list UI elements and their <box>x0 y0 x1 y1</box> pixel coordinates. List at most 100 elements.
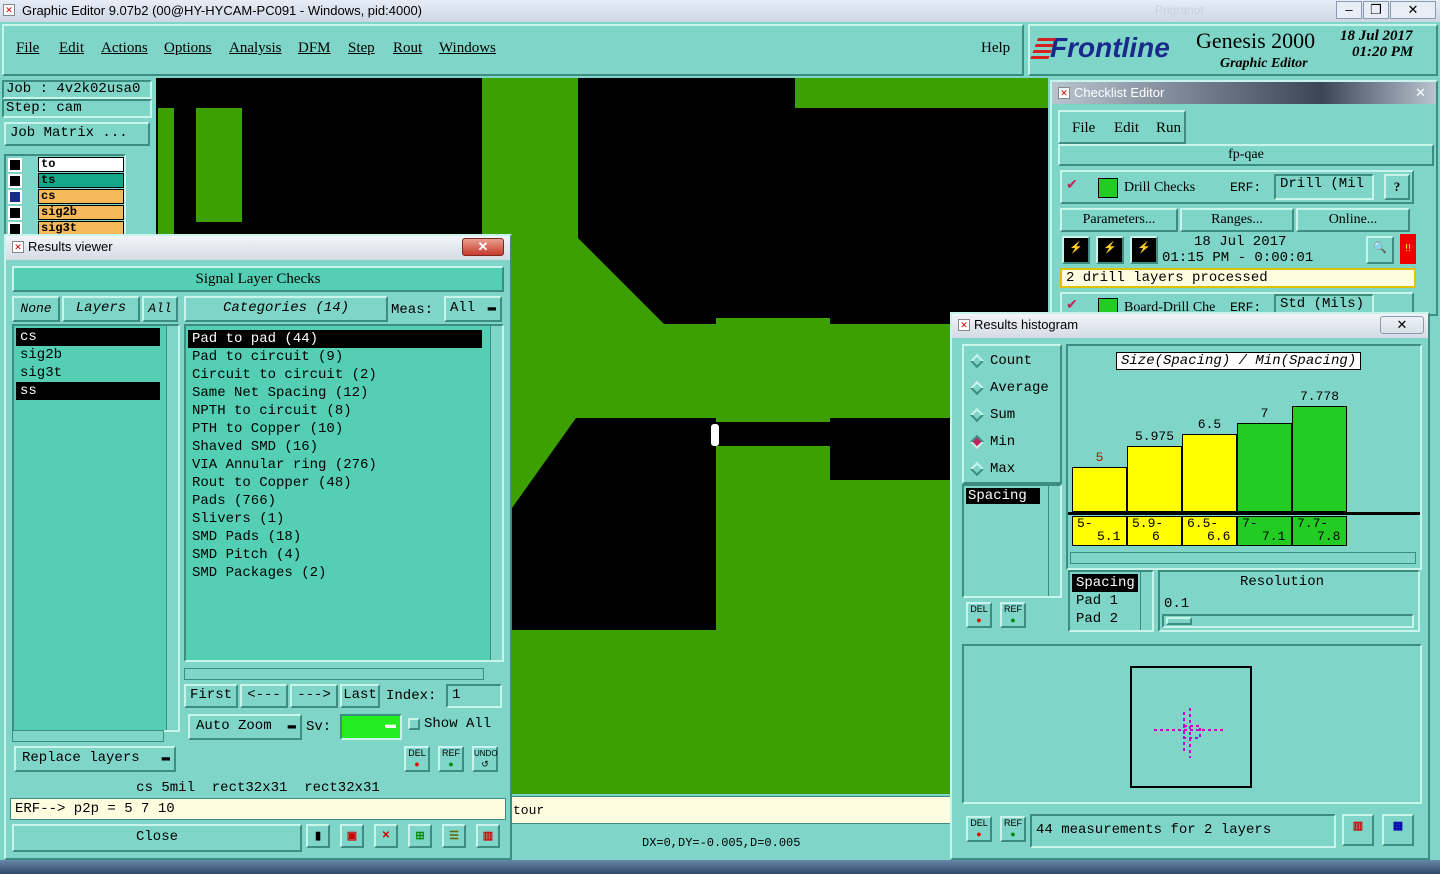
category-item[interactable]: Rout to Copper (48) <box>188 474 482 492</box>
menu-step[interactable]: Step <box>348 40 375 57</box>
meas-item-spacing[interactable]: Spacing <box>966 488 1040 504</box>
category-item[interactable]: Shaved SMD (16) <box>188 438 482 456</box>
layers-button[interactable]: Layers <box>62 296 140 322</box>
layer-checkbox[interactable] <box>8 206 22 220</box>
mode-option-sum[interactable]: Sum <box>964 406 1060 426</box>
resolution-slider-handle[interactable] <box>1166 617 1192 625</box>
detail-item[interactable]: Pad 1 <box>1072 592 1138 610</box>
histogram-bar[interactable] <box>1127 446 1182 512</box>
categories-list[interactable]: Pad to pad (44) Pad to circuit (9) Circuit… <box>184 324 504 662</box>
histogram-bar[interactable] <box>1237 423 1292 512</box>
toolbar-icon-1[interactable]: ▮ <box>306 824 330 848</box>
layer-list-item[interactable]: sig2b <box>16 346 160 364</box>
help-button[interactable]: ? <box>1384 174 1410 200</box>
menu-file[interactable]: File <box>16 40 39 57</box>
category-item[interactable]: SMD Pitch (4) <box>188 546 482 564</box>
meas-select[interactable]: All ▬ <box>444 296 502 322</box>
layer-row-to[interactable]: to <box>8 157 124 173</box>
category-item[interactable]: SMD Pads (18) <box>188 528 482 546</box>
layer-row-cs[interactable]: cs <box>8 189 124 205</box>
mode-option-count[interactable]: Count <box>964 352 1060 372</box>
zoom-icon[interactable]: 🔍 <box>1366 236 1394 264</box>
toolbar-icon-2[interactable]: ▣ <box>340 824 364 848</box>
mode-option-min[interactable]: Min <box>964 433 1060 453</box>
category-item[interactable]: Pad to pad (44) <box>188 330 482 348</box>
index-field[interactable]: 1 <box>446 684 502 708</box>
category-item[interactable]: Slivers (1) <box>188 510 482 528</box>
histogram-export-icon[interactable]: ▦ <box>1382 814 1414 846</box>
all-button[interactable]: All <box>142 296 178 322</box>
category-item[interactable]: VIA Annular ring (276) <box>188 456 482 474</box>
chart-hscroll[interactable] <box>1070 552 1416 564</box>
menu-rout[interactable]: Rout <box>393 40 422 57</box>
auto-zoom-select[interactable]: Auto Zoom ▬ <box>188 714 302 740</box>
first-button[interactable]: First <box>184 684 238 708</box>
category-item[interactable]: Pad to circuit (9) <box>188 348 482 366</box>
maximize-button[interactable]: ❐ <box>1363 1 1389 19</box>
checklist-menu-run[interactable]: Run <box>1156 120 1181 137</box>
detail-list[interactable]: Spacing Pad 1 Pad 2 <box>1068 570 1154 632</box>
menu-edit[interactable]: Edit <box>59 40 84 57</box>
histogram-report-icon[interactable]: ▥ <box>1342 814 1374 846</box>
menu-analysis[interactable]: Analysis <box>229 40 282 57</box>
category-item[interactable]: NPTH to circuit (8) <box>188 402 482 420</box>
last-button[interactable]: Last <box>340 684 380 708</box>
online-button[interactable]: Online... <box>1296 208 1410 232</box>
layer-hscroll[interactable] <box>12 730 164 742</box>
meas-list[interactable]: Spacing <box>962 484 1062 598</box>
toolbar-icon-histogram[interactable]: ▥ <box>476 824 500 848</box>
run-icon[interactable]: ⚡ <box>1062 236 1090 264</box>
next-button[interactable]: ---> <box>290 684 338 708</box>
detail-item[interactable]: Spacing <box>1072 574 1138 592</box>
ref-button[interactable]: REF ● <box>438 746 464 772</box>
stop-icon[interactable]: ⚡ <box>1130 236 1158 264</box>
none-button[interactable]: None <box>12 296 60 322</box>
histogram-bar[interactable] <box>1292 406 1347 512</box>
hist-ref-button-1[interactable]: REF ● <box>1000 602 1026 628</box>
mode-option-average[interactable]: Average <box>964 379 1060 399</box>
layer-list-item[interactable]: ss <box>16 382 160 400</box>
resolution-slider[interactable] <box>1162 614 1414 628</box>
histogram-close-icon[interactable]: ✕ <box>1380 316 1424 334</box>
show-all-checkbox[interactable] <box>408 718 420 730</box>
checklist-menu-file[interactable]: File <box>1072 120 1095 137</box>
minimize-button[interactable]: – <box>1336 1 1362 19</box>
layer-row-ts[interactable]: ts <box>8 173 124 189</box>
detail-item[interactable]: Pad 2 <box>1072 610 1138 628</box>
histogram-bar[interactable] <box>1182 434 1237 512</box>
layer-list-scrollbar[interactable] <box>166 326 178 730</box>
undo-button[interactable]: UNDO ↺ <box>472 746 498 772</box>
toolbar-icon-report[interactable]: ☰ <box>442 824 466 848</box>
parameters-button[interactable]: Parameters... <box>1060 208 1178 232</box>
layer-checkbox[interactable] <box>8 174 22 188</box>
categories-scrollbar[interactable] <box>490 326 502 660</box>
toolbar-icon-erf[interactable]: ✕ <box>374 824 398 848</box>
layer-row-sig2b[interactable]: sig2b <box>8 205 124 221</box>
sv-color-select[interactable]: ▬ <box>340 714 402 740</box>
job-matrix-button[interactable]: Job Matrix ... <box>4 122 150 146</box>
menu-help[interactable]: Help <box>981 40 1010 57</box>
mode-option-max[interactable]: Max <box>964 460 1060 480</box>
meas-scrollbar[interactable] <box>1048 486 1060 596</box>
prev-button[interactable]: <--- <box>240 684 288 708</box>
menu-windows[interactable]: Windows <box>439 40 496 57</box>
layer-list-item[interactable]: cs <box>16 328 160 346</box>
layer-checkbox[interactable] <box>8 158 22 172</box>
replace-layers-select[interactable]: Replace layers ▬ <box>14 746 176 772</box>
layer-checkbox[interactable] <box>8 190 22 204</box>
run-all-icon[interactable]: ⚡ <box>1096 236 1124 264</box>
checklist-close-icon[interactable]: ✕ <box>1415 82 1426 104</box>
layer-list-box[interactable]: cs sig2b sig3t ss <box>12 324 180 732</box>
hist-del-button-1[interactable]: DEL ● <box>966 602 992 628</box>
category-item[interactable]: Circuit to circuit (2) <box>188 366 482 384</box>
menu-dfm[interactable]: DFM <box>298 40 331 57</box>
del-button[interactable]: DEL ● <box>404 746 430 772</box>
categories-hscroll[interactable] <box>184 668 484 680</box>
results-viewer-close-icon[interactable]: ✕ <box>462 238 504 256</box>
histogram-bar[interactable] <box>1072 467 1127 512</box>
categories-button[interactable]: Categories (14) <box>184 296 388 322</box>
layer-list-item[interactable]: sig3t <box>16 364 160 382</box>
category-item[interactable]: PTH to Copper (10) <box>188 420 482 438</box>
menu-options[interactable]: Options <box>164 40 212 57</box>
hist-ref-button-2[interactable]: REF ● <box>1000 816 1026 842</box>
